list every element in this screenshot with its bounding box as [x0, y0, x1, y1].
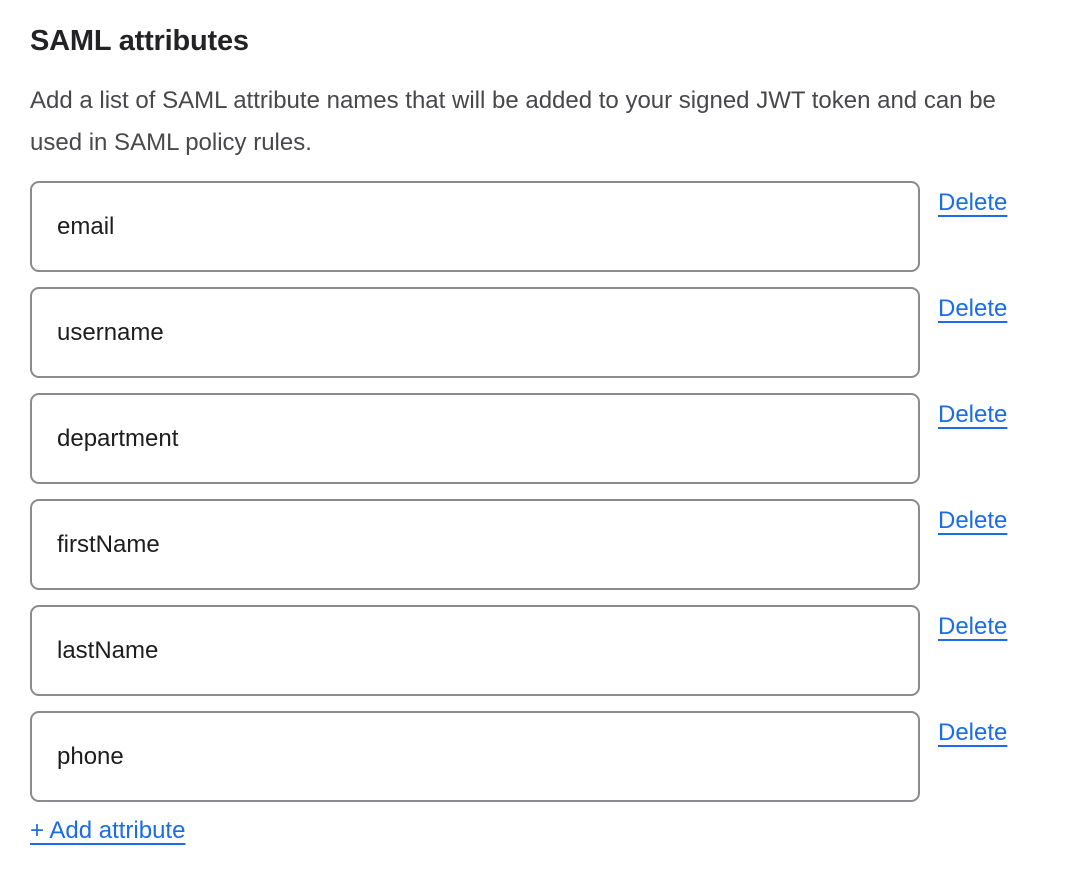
add-attribute-link[interactable]: + Add attribute	[30, 817, 185, 845]
delete-attribute-link[interactable]: Delete	[938, 189, 1007, 217]
section-description: Add a list of SAML attribute names that …	[30, 80, 1036, 164]
delete-attribute-link[interactable]: Delete	[938, 613, 1007, 641]
attribute-name-input[interactable]	[30, 711, 920, 802]
attribute-row: Delete	[30, 499, 1036, 590]
attribute-row: Delete	[30, 393, 1036, 484]
saml-attributes-section: SAML attributes Add a list of SAML attri…	[30, 24, 1036, 845]
attribute-name-input[interactable]	[30, 181, 920, 272]
section-title: SAML attributes	[30, 24, 1036, 59]
attribute-name-input[interactable]	[30, 605, 920, 696]
attribute-row: Delete	[30, 711, 1036, 802]
attribute-name-input[interactable]	[30, 499, 920, 590]
delete-attribute-link[interactable]: Delete	[938, 401, 1007, 429]
delete-attribute-link[interactable]: Delete	[938, 507, 1007, 535]
delete-attribute-link[interactable]: Delete	[938, 295, 1007, 323]
page: { "section": { "title": "SAML attributes…	[0, 0, 1066, 886]
attribute-row: Delete	[30, 287, 1036, 378]
attribute-list: Delete Delete Delete Delete Delete Delet…	[30, 181, 1036, 802]
attribute-row: Delete	[30, 605, 1036, 696]
delete-attribute-link[interactable]: Delete	[938, 719, 1007, 747]
attribute-row: Delete	[30, 181, 1036, 272]
attribute-name-input[interactable]	[30, 287, 920, 378]
attribute-name-input[interactable]	[30, 393, 920, 484]
